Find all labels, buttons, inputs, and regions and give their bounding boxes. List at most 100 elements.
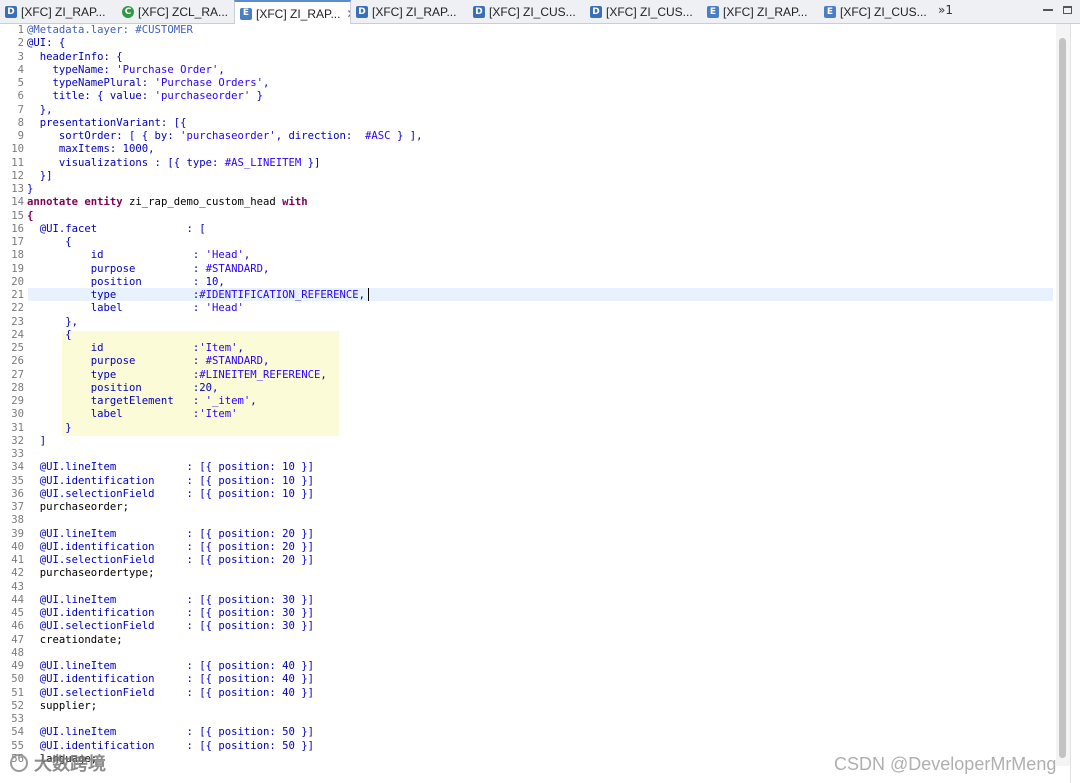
code-token: , (263, 355, 270, 368)
code-line: 6 title: { value: 'purchaseorder' } (0, 90, 263, 103)
line-number: 29 (11, 395, 24, 407)
code-token: maxItems: 1000, (27, 143, 155, 156)
code-token: targetElement : (27, 395, 206, 407)
code-token: } ], (390, 130, 423, 142)
line-number: 20 (11, 275, 24, 288)
code-token: visualizations : [{ type: (27, 156, 225, 169)
tab-label: [XFC] ZI_CUS... (489, 5, 576, 19)
code-line: 35 @UI.identification : [{ position: 10 … (0, 475, 314, 488)
watermark-left-text: 大数跨境 (34, 754, 106, 775)
watermark-logo-icon (10, 754, 28, 772)
line-number: 49 (11, 660, 24, 672)
editor-tab[interactable]: E [XFC] ZI_CUS... (819, 0, 936, 24)
code-line: 11 visualizations : [{ type: #AS_LINEITE… (0, 157, 320, 170)
line-number: 51 (11, 686, 24, 699)
editor-tab[interactable]: D [XFC] ZI_RAP... (351, 0, 468, 24)
editor-tab[interactable]: D [XFC] ZI_RAP... (0, 0, 117, 24)
code-token: position : 10, (27, 275, 225, 288)
line-number: 32 (11, 434, 24, 447)
code-line: 52 supplier; (0, 700, 97, 713)
code-token: , (218, 63, 225, 76)
code-line: 44 @UI.lineItem : [{ position: 30 }] (0, 594, 314, 607)
code-token: @UI.selectionField : [{ position: 20 }] (27, 554, 315, 566)
code-editor[interactable]: 1 @Metadata.layer: #CUSTOMER 2 @UI: {3 head… (0, 24, 1056, 783)
code-token: type : (27, 368, 200, 381)
line-number: 53 (11, 713, 24, 725)
code-line: 45 @UI.identification : [{ position: 30 … (0, 607, 314, 620)
code-line: 49 @UI.lineItem : [{ position: 40 }] (0, 660, 314, 673)
line-number: 48 (11, 646, 24, 659)
code-token: purchaseorder; (27, 501, 130, 513)
code-token: 'Head' (205, 249, 244, 262)
code-line: 25 id :'Item', (0, 342, 244, 355)
code-token: { (27, 209, 34, 222)
code-line: 34 @UI.lineItem : [{ position: 10 }] (0, 461, 314, 474)
code-line: 42 purchaseordertype; (0, 567, 155, 580)
line-number: 14 (11, 196, 24, 209)
code-line: 4 typeName: 'Purchase Order', (0, 64, 225, 77)
code-line: 10 maxItems: 1000, (0, 143, 155, 156)
line-number: 50 (11, 673, 24, 686)
code-token: position :20, (27, 381, 219, 394)
code-line: 50 @UI.identification : [{ position: 40 … (0, 673, 314, 686)
code-token: @Metadata.layer: #CUSTOMER (27, 24, 193, 36)
code-token: purpose : (27, 262, 206, 275)
code-token: @UI.lineItem : [{ position: 20 }] (27, 527, 315, 540)
vertical-scrollbar[interactable] (1056, 24, 1070, 766)
code-token: 'Purchase Orders' (154, 77, 263, 89)
code-token: 'purchaseorder' (180, 130, 276, 142)
code-line: 32 ] (0, 435, 46, 448)
text-caret (368, 288, 369, 301)
code-token: 'Head' (205, 302, 244, 315)
tab-overflow-button[interactable]: »1 (938, 3, 953, 17)
line-number: 33 (11, 448, 24, 460)
ddl-source-icon: D (356, 6, 368, 18)
line-number: 19 (11, 262, 24, 275)
code-line: 1 @Metadata.layer: #CUSTOMER (0, 24, 193, 37)
line-number: 52 (11, 699, 24, 712)
line-number: 45 (11, 607, 24, 619)
code-line: 39 @UI.lineItem : [{ position: 20 }] (0, 528, 314, 541)
tab-label: [XFC] ZI_RAP... (21, 5, 106, 19)
code-token: title: { value: (27, 90, 155, 103)
code-token: 'Item' (199, 342, 238, 354)
maximize-icon[interactable] (1060, 3, 1074, 17)
ddl-source-icon: D (473, 6, 485, 18)
line-number: 44 (11, 593, 24, 606)
minimize-icon[interactable] (1040, 3, 1056, 17)
line-number: 23 (11, 315, 24, 328)
code-token: { (27, 236, 72, 248)
code-line: 19 purpose : #STANDARD, (0, 263, 269, 276)
editor-tab[interactable]: D [XFC] ZI_CUS... (585, 0, 702, 24)
code-line: 24 { (0, 328, 71, 342)
code-token: @UI.selectionField : [{ position: 30 }] (27, 620, 315, 633)
editor-tab[interactable]: E [XFC] ZI_RAP... (702, 0, 819, 24)
metadata-extension-icon: E (707, 6, 719, 18)
code-line: 9 sortOrder: [ { by: 'purchaseorder', di… (0, 130, 423, 143)
code-line: 27 type :#LINEITEM_REFERENCE, (0, 369, 327, 382)
code-token: typeNamePlural: (27, 77, 155, 89)
editor-tab[interactable]: E[XFC] ZI_RAP...✕ (234, 0, 351, 25)
code-token: purchaseordertype; (27, 567, 155, 580)
line-number: 30 (11, 408, 24, 421)
code-token: , (243, 249, 251, 262)
code-token: 'Purchase Order' (116, 63, 219, 76)
code-token: , direction: (275, 130, 366, 142)
code-token: } (27, 183, 34, 195)
code-line: 33 (0, 448, 27, 461)
code-line: 43 (0, 581, 27, 594)
code-line: 16 @UI.facet : [ (0, 223, 205, 236)
scrollbar-thumb[interactable] (1059, 38, 1066, 758)
code-token: , (237, 342, 244, 354)
editor-tab[interactable]: C [XFC] ZCL_RA... (117, 0, 234, 24)
code-token: @UI.selectionField : [{ position: 10 }] (27, 487, 315, 500)
code-token: 'Item' (199, 408, 238, 421)
line-number: 28 (11, 381, 24, 394)
watermark-right: CSDN @DeveloperMrMeng (834, 754, 1057, 774)
line-number: 24 (11, 328, 24, 341)
code-token: @UI.selectionField : [{ position: 40 }] (27, 686, 315, 699)
editor-tab[interactable]: D [XFC] ZI_CUS... (468, 0, 585, 24)
tab-label: [XFC] ZI_RAP... (256, 6, 341, 21)
code-token: #STANDARD (205, 262, 263, 275)
code-token: id : (27, 342, 200, 354)
